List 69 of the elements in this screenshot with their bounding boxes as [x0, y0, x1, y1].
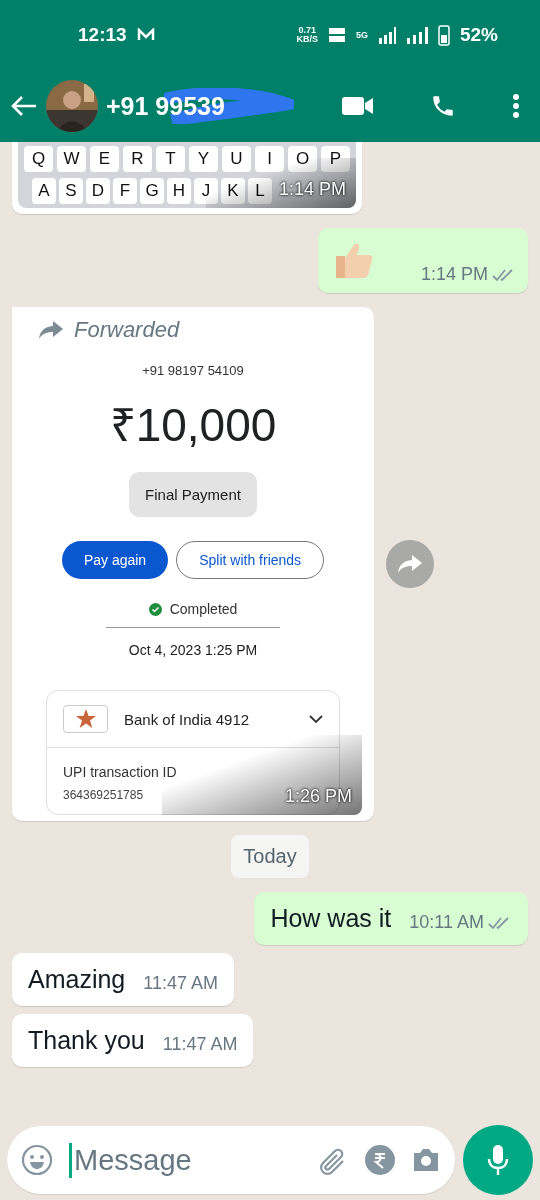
key: U: [222, 146, 251, 172]
message-bubble[interactable]: Amazing 11:47 AM: [12, 953, 234, 1006]
image-message[interactable]: Q W E R T Y U I O P A S D F G H J K L 1:14 PM: [12, 142, 362, 214]
volte-icon: [327, 27, 346, 43]
forward-icon: [397, 554, 423, 574]
key: D: [86, 178, 110, 204]
split-button[interactable]: Split with friends: [176, 541, 325, 579]
key: G: [140, 178, 164, 204]
message-time: 10:11 AM: [409, 912, 484, 933]
message-time: 1:14 PM: [420, 264, 488, 285]
message-box[interactable]: Message: [7, 1126, 455, 1194]
key: Y: [189, 146, 218, 172]
transaction-label: UPI transaction ID: [63, 764, 177, 780]
signal-icon: [405, 26, 428, 44]
network-speed: 0.71 KB/S: [296, 26, 318, 44]
message-text: How was it: [270, 904, 392, 933]
message-text: Amazing: [28, 965, 126, 994]
back-button[interactable]: [10, 94, 38, 118]
key: H: [167, 178, 191, 204]
message-bubble[interactable]: How was it 10:11 AM: [254, 892, 528, 945]
bank-logo-icon: [63, 705, 108, 733]
pay-again-button[interactable]: Pay again: [61, 541, 169, 579]
chevron-down-icon[interactable]: [309, 714, 323, 724]
call-button[interactable]: [430, 93, 456, 119]
key: I: [255, 146, 284, 172]
payment-note: Final Payment: [129, 472, 257, 517]
bank-account: Bank of India 4912: [124, 710, 251, 728]
message-time: 11:47 AM: [162, 1034, 238, 1055]
clock: 12:13: [78, 24, 127, 46]
microphone-icon: [487, 1144, 509, 1176]
key: O: [288, 146, 317, 172]
check-circle-icon: [148, 602, 162, 616]
key: F: [113, 178, 137, 204]
network-type: 5G: [355, 30, 368, 40]
payee-phone: +91 98197 54109: [142, 363, 244, 378]
date-chip: Today: [231, 835, 309, 878]
key: W: [57, 146, 86, 172]
key: K: [221, 178, 245, 204]
key: P: [321, 146, 350, 172]
message-bubble[interactable]: Thank you 11:47 AM: [12, 1014, 254, 1067]
video-call-button[interactable]: [342, 95, 374, 117]
key: L: [248, 178, 272, 204]
key: S: [59, 178, 83, 204]
battery-level: 52%: [459, 24, 498, 46]
key: A: [32, 178, 56, 204]
forwarded-label: Forwarded: [74, 317, 180, 343]
message-bubble[interactable]: Forwarded +91 98197 54109 ₹10,000 Final Payment Pay again Split with friends Completed Oct 4, 2023 1:25 PM Bank of India 4912 UPI transaction ID 364369251785 1:26 PM: [12, 307, 374, 821]
menu-button[interactable]: [512, 93, 520, 119]
message-time: 1:26 PM: [284, 786, 352, 807]
key: Q: [24, 146, 53, 172]
rupee-icon[interactable]: [365, 1145, 395, 1175]
message-bubble[interactable]: 1:14 PM: [318, 228, 528, 293]
message-time: 11:47 AM: [143, 973, 218, 994]
key: E: [90, 146, 119, 172]
payment-status: Completed: [169, 601, 238, 617]
message-time: 1:14 PM: [278, 179, 346, 200]
mail-icon: [136, 28, 155, 42]
key: R: [123, 146, 152, 172]
battery-icon: [437, 24, 450, 46]
payment-date: Oct 4, 2023 1:25 PM: [128, 642, 258, 658]
contact-name[interactable]: +91 99539: [106, 91, 346, 121]
key: J: [194, 178, 218, 204]
camera-icon[interactable]: [411, 1146, 441, 1174]
message-text: Thank you: [28, 1026, 145, 1055]
transaction-id: 364369251785: [63, 788, 144, 802]
signal-icon: [377, 26, 396, 44]
emoji-icon[interactable]: [21, 1144, 53, 1176]
amount: ₹10,000: [109, 398, 277, 453]
key: T: [156, 146, 185, 172]
